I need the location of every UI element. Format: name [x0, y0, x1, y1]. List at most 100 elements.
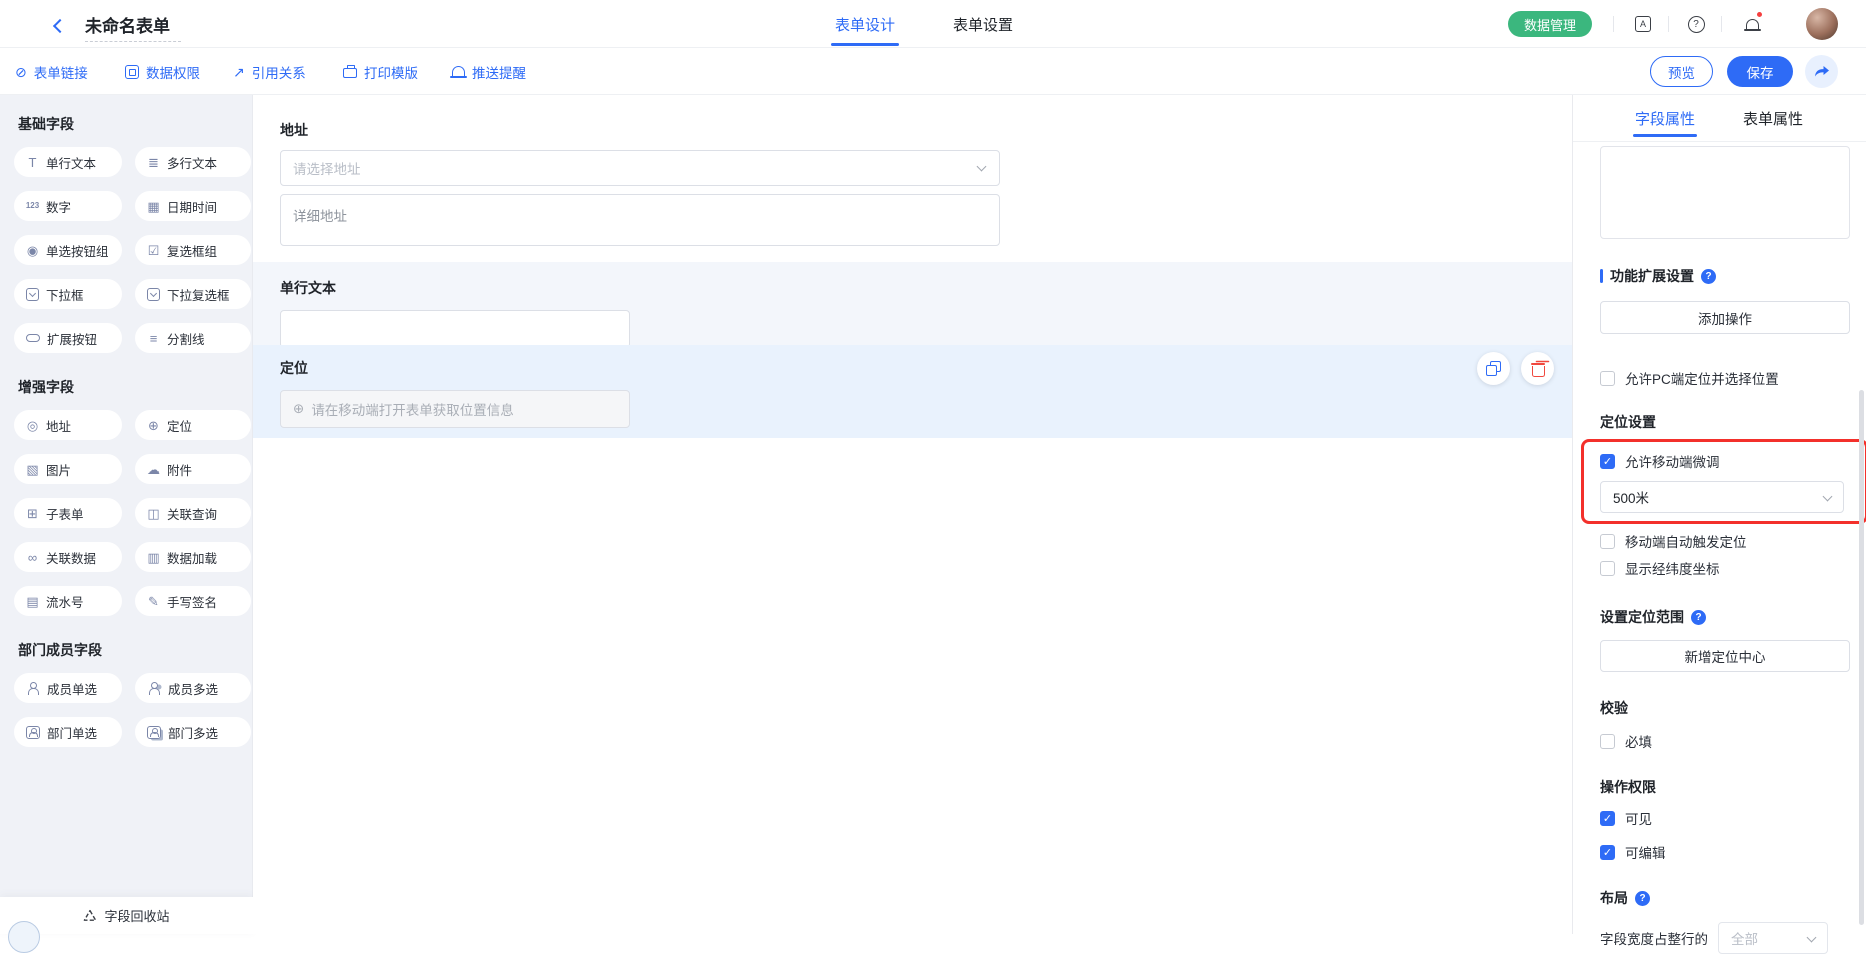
- auto-trigger-checkbox[interactable]: [1600, 534, 1615, 549]
- location-settings-title: 定位设置: [1600, 412, 1849, 432]
- help-icon[interactable]: ?: [1686, 14, 1706, 34]
- field-number[interactable]: 123数字: [14, 191, 122, 221]
- field-width-row: 字段宽度占整行的 全部: [1600, 922, 1849, 954]
- multi-line-text-icon: ≣: [146, 156, 161, 169]
- field-single-line-text[interactable]: T单行文本: [14, 147, 122, 177]
- pc-location-checkbox[interactable]: [1600, 371, 1615, 386]
- divider-icon: ≡: [146, 332, 161, 345]
- save-button[interactable]: 保存: [1727, 56, 1793, 87]
- location-field-block-selected[interactable]: 定位 ⊕ 请在移动端打开表单获取位置信息: [253, 345, 1572, 438]
- back-button[interactable]: [55, 18, 65, 36]
- serial-number-icon: ▤: [25, 595, 40, 608]
- print-icon: [343, 68, 357, 78]
- location-input[interactable]: ⊕ 请在移动端打开表单获取位置信息: [280, 390, 630, 428]
- field-signature[interactable]: ✎手写签名: [135, 586, 251, 616]
- required-checkbox-row[interactable]: 必填: [1600, 731, 1849, 751]
- tab-form-design[interactable]: 表单设计: [835, 0, 895, 48]
- editable-checkbox[interactable]: ✓: [1600, 845, 1615, 860]
- mobile-fine-tune-checkbox[interactable]: ✓: [1600, 454, 1615, 469]
- single-line-text-input[interactable]: [280, 310, 630, 348]
- field-extend-button[interactable]: 扩展按钮: [14, 323, 122, 353]
- field-dept-single[interactable]: 部门单选: [14, 717, 122, 747]
- pc-location-checkbox-row[interactable]: 允许PC端定位并选择位置: [1600, 368, 1849, 388]
- preview-button[interactable]: 预览: [1650, 56, 1713, 87]
- field-dropdown-multi[interactable]: 下拉复选框: [135, 279, 251, 309]
- tab-field-properties[interactable]: 字段属性: [1635, 95, 1695, 141]
- member-multi-icon: [147, 681, 161, 695]
- subform-icon: ⊞: [25, 507, 40, 520]
- visible-checkbox-row[interactable]: ✓ 可见: [1600, 808, 1849, 828]
- field-checkbox-group[interactable]: ☑复选框组: [135, 235, 251, 265]
- avatar[interactable]: [1806, 8, 1838, 40]
- field-datetime[interactable]: ▦日期时间: [135, 191, 251, 221]
- layout-help-icon[interactable]: ?: [1635, 891, 1650, 906]
- mobile-fine-tune-checkbox-row[interactable]: ✓ 允许移动端微调: [1600, 451, 1849, 471]
- linked-data-icon: ∞: [25, 551, 40, 564]
- properties-panel: 字段属性 表单属性 功能扩展设置 ? 添加操作 允许PC端定位并选择位置 定位设…: [1572, 95, 1866, 934]
- toolbar-form-link[interactable]: ⊘ 表单链接: [15, 48, 88, 95]
- address-detail-input[interactable]: 详细地址: [280, 194, 1000, 246]
- data-permission-icon: [125, 65, 139, 79]
- field-attachment[interactable]: ☁附件: [135, 454, 251, 484]
- field-member-single[interactable]: 成员单选: [14, 673, 122, 703]
- field-multi-line-text[interactable]: ≣多行文本: [135, 147, 251, 177]
- push-bell-icon: [452, 66, 465, 77]
- share-button[interactable]: [1805, 55, 1838, 88]
- app-header: 未命名表单 表单设计 表单设置 数据管理 A ?: [0, 0, 1866, 48]
- extension-help-icon[interactable]: ?: [1701, 269, 1716, 284]
- chevron-down-icon: [977, 162, 987, 172]
- delete-field-button[interactable]: [1521, 352, 1554, 385]
- range-select[interactable]: 500米: [1600, 481, 1844, 513]
- member-single-icon: [26, 681, 40, 695]
- field-divider[interactable]: ≡分割线: [135, 323, 251, 353]
- field-serial-number[interactable]: ▤流水号: [14, 586, 122, 616]
- header-divider: [1668, 16, 1669, 32]
- field-palette-sidebar: 基础字段 T单行文本 ≣多行文本 123数字 ▦日期时间 ◉单选按钮组 ☑复选框…: [0, 95, 253, 934]
- image-icon: ▧: [25, 463, 40, 476]
- show-coords-checkbox-row[interactable]: 显示经纬度坐标: [1600, 558, 1849, 578]
- required-checkbox[interactable]: [1600, 734, 1615, 749]
- tab-form-settings[interactable]: 表单设置: [953, 0, 1013, 48]
- copy-icon: [1486, 361, 1501, 376]
- toolbar-reference-relation[interactable]: ↗ 引用关系: [233, 48, 306, 95]
- field-address[interactable]: ◎地址: [14, 410, 122, 440]
- copy-field-button[interactable]: [1477, 352, 1510, 385]
- show-coords-checkbox[interactable]: [1600, 561, 1615, 576]
- field-width-select[interactable]: 全部: [1718, 922, 1828, 954]
- back-chevron-icon: [53, 19, 67, 33]
- location-range-help-icon[interactable]: ?: [1691, 610, 1706, 625]
- field-linked-data[interactable]: ∞关联数据: [14, 542, 122, 572]
- add-action-button[interactable]: 添加操作: [1600, 301, 1850, 334]
- field-linked-query[interactable]: ◫关联查询: [135, 498, 251, 528]
- validation-title: 校验: [1600, 698, 1849, 718]
- contact-book-icon[interactable]: A: [1633, 14, 1653, 34]
- field-dropdown[interactable]: 下拉框: [14, 279, 122, 309]
- notification-bell-icon[interactable]: [1742, 14, 1762, 34]
- address-field-block[interactable]: 地址 请选择地址 详细地址: [253, 95, 1572, 252]
- auto-trigger-checkbox-row[interactable]: 移动端自动触发定位: [1600, 531, 1849, 551]
- single-line-text-field-block[interactable]: 单行文本: [253, 262, 1572, 345]
- properties-body: 功能扩展设置 ? 添加操作 允许PC端定位并选择位置 定位设置 ✓ 允许移动端微…: [1573, 146, 1866, 954]
- form-title[interactable]: 未命名表单: [85, 12, 181, 42]
- field-description-box[interactable]: [1600, 146, 1850, 239]
- toolbar-push-reminder[interactable]: 推送提醒: [452, 48, 526, 95]
- address-select[interactable]: 请选择地址: [280, 150, 1000, 186]
- field-member-multi[interactable]: 成员多选: [135, 673, 251, 703]
- visible-checkbox[interactable]: ✓: [1600, 811, 1615, 826]
- field-location[interactable]: ⊕定位: [135, 410, 251, 440]
- panel-scrollbar[interactable]: [1859, 390, 1864, 925]
- tab-form-properties[interactable]: 表单属性: [1743, 95, 1803, 141]
- data-load-icon: ▥: [146, 551, 161, 564]
- editable-checkbox-row[interactable]: ✓ 可编辑: [1600, 842, 1849, 862]
- data-manage-button[interactable]: 数据管理: [1508, 11, 1592, 37]
- field-data-load[interactable]: ▥数据加载: [135, 542, 251, 572]
- floating-helper-button[interactable]: [8, 921, 40, 953]
- field-dept-multi[interactable]: 部门多选: [135, 717, 251, 747]
- field-image[interactable]: ▧图片: [14, 454, 122, 484]
- field-subform[interactable]: ⊞子表单: [14, 498, 122, 528]
- field-radio-group[interactable]: ◉单选按钮组: [14, 235, 122, 265]
- toolbar-data-permission[interactable]: 数据权限: [125, 48, 200, 95]
- add-location-center-button[interactable]: 新增定位中心: [1600, 640, 1850, 672]
- toolbar-print-template[interactable]: 打印模版: [343, 48, 418, 95]
- dropdown-icon: [26, 288, 39, 301]
